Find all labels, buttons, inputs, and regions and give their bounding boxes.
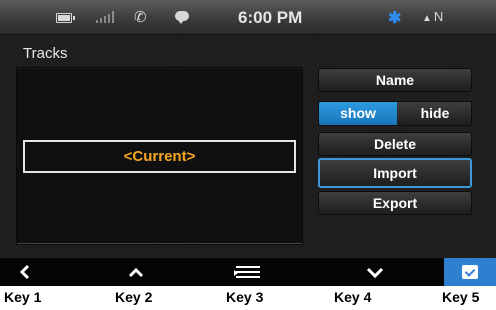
show-option[interactable]: show (319, 102, 397, 125)
compass-label: N (433, 9, 444, 24)
message-icon (175, 11, 189, 24)
hide-option[interactable]: hide (397, 102, 471, 125)
key-label-4: Key 4 (334, 289, 372, 305)
page-title: Tracks (23, 45, 68, 62)
key-3[interactable] (222, 258, 274, 286)
name-button[interactable]: Name (318, 68, 472, 92)
key-label-5: Key 5 (442, 289, 480, 305)
import-button[interactable]: Import (318, 158, 472, 188)
key-label-3: Key 3 (226, 289, 264, 305)
key-5[interactable] (444, 258, 496, 286)
phone-icon: ✆ (134, 9, 147, 26)
status-bar: ✆ 6:00 PM ✱ ▲ N (0, 0, 496, 35)
signal-icon (96, 11, 116, 23)
key-label-2: Key 2 (115, 289, 153, 305)
export-button[interactable]: Export (318, 191, 472, 215)
down-icon (366, 267, 384, 279)
battery-icon (56, 13, 75, 23)
confirm-icon (462, 265, 478, 279)
status-time: 6:00 PM (238, 8, 303, 27)
menu-icon (234, 266, 260, 278)
back-icon (19, 264, 30, 280)
bluetooth-icon: ✱ (388, 10, 402, 27)
track-list-item-current[interactable]: <Current> (23, 140, 296, 173)
delete-button[interactable]: Delete (318, 132, 472, 156)
device-screen: ✆ 6:00 PM ✱ ▲ N Tracks <Current> Name sho… (0, 0, 496, 286)
key-labels: Key 1 Key 2 Key 3 Key 4 Key 5 (0, 289, 496, 310)
compass-icon: ▲ (422, 13, 432, 24)
show-hide-toggle[interactable]: show hide (318, 101, 472, 126)
key-1[interactable] (0, 258, 52, 286)
key-4[interactable] (350, 258, 402, 286)
compass-indicator: ▲ N (422, 9, 443, 24)
up-icon (128, 267, 144, 278)
key-2[interactable] (110, 258, 162, 286)
key-label-1: Key 1 (4, 289, 42, 305)
soft-key-bar (0, 258, 496, 286)
list-divider (17, 243, 302, 244)
